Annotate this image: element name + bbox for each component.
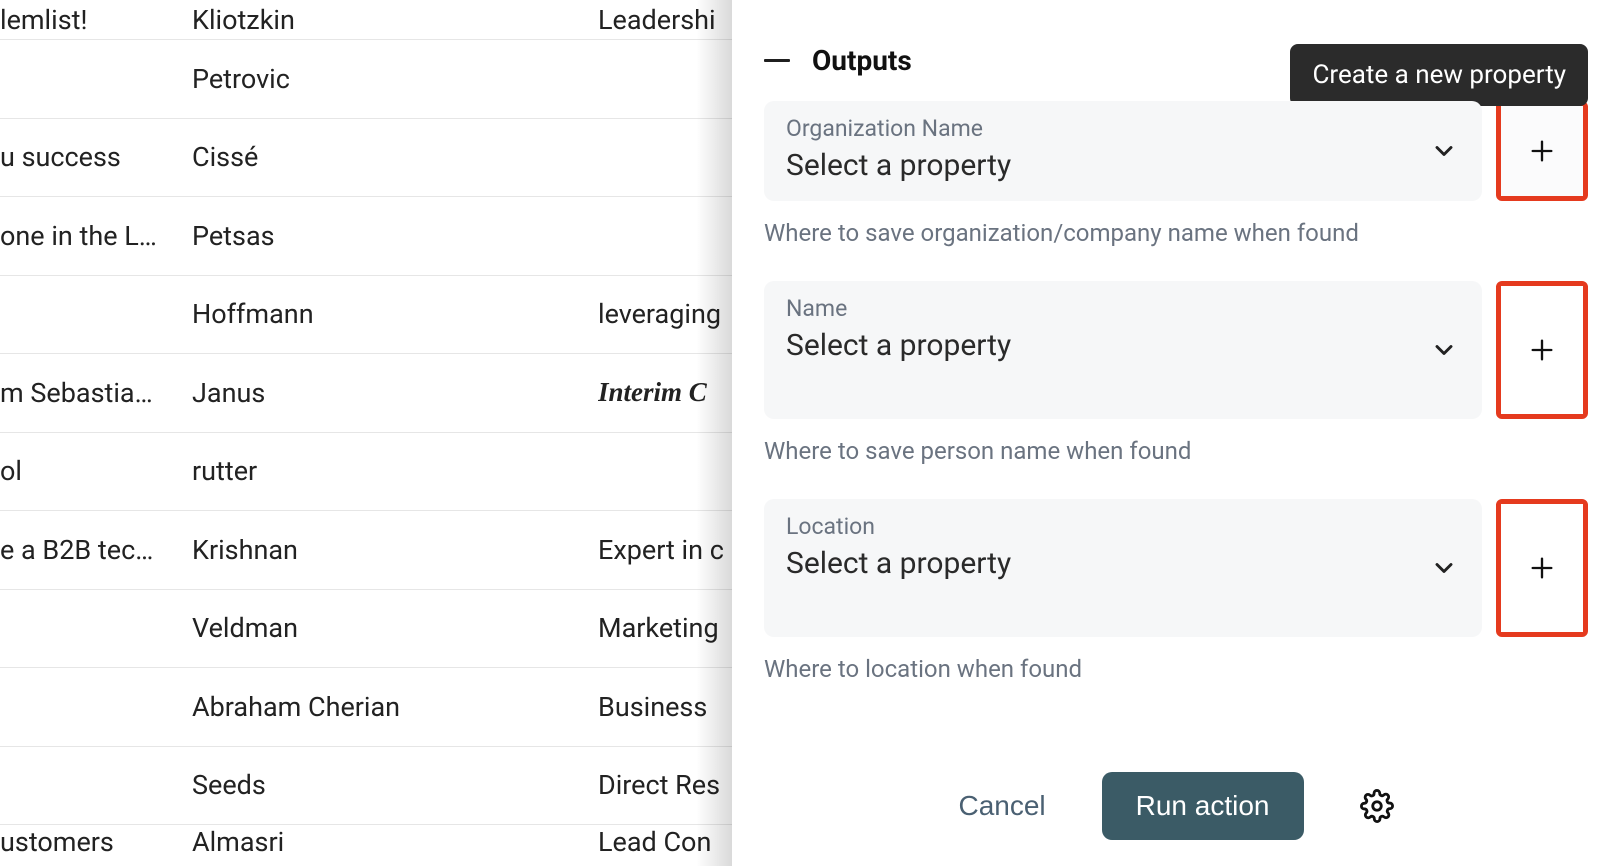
cell-col3: Leadershi: [598, 4, 732, 36]
cell-col1: lemlist!: [0, 4, 192, 36]
table-row[interactable]: VeldmanMarketing: [0, 590, 732, 669]
property-label: Organization Name: [786, 115, 1460, 142]
outputs-panel: Outputs Create a new property Organizati…: [732, 0, 1620, 866]
panel-header: Outputs Create a new property: [732, 0, 1620, 101]
plus-icon: [1528, 336, 1556, 364]
cell-col2: Almasri: [192, 826, 598, 858]
cell-col2: Petsas: [192, 220, 598, 252]
add-property-button[interactable]: [1501, 504, 1583, 632]
panel-body: Organization Name Select a property Where …: [732, 101, 1620, 743]
cell-col2: rutter: [192, 455, 598, 487]
cell-col3: Interim C: [598, 377, 732, 408]
cell-col3: Business: [598, 691, 732, 723]
cell-col3: Lead Con: [598, 826, 732, 858]
table-row[interactable]: Hoffmannleveraging: [0, 276, 732, 355]
table-row[interactable]: lemlist!KliotzkinLeadershi: [0, 0, 732, 40]
cell-col2: Kliotzkin: [192, 4, 598, 36]
property-select[interactable]: Location Select a property: [764, 499, 1482, 637]
plus-icon: [1528, 554, 1556, 582]
output-block: Organization Name Select a property Where …: [764, 101, 1588, 247]
cell-col2: Abraham Cherian: [192, 691, 598, 723]
cell-col2: Krishnan: [192, 534, 598, 566]
cell-col3: Marketing: [598, 612, 732, 644]
cell-col1: ustomers: [0, 826, 192, 858]
chevron-down-icon: [1430, 336, 1458, 364]
run-action-button[interactable]: Run action: [1102, 772, 1304, 840]
table-row[interactable]: u successCissé: [0, 119, 732, 198]
cell-col2: Seeds: [192, 769, 598, 801]
table-row[interactable]: one in the L…Petsas: [0, 197, 732, 276]
table-row[interactable]: Petrovic: [0, 40, 732, 119]
cell-col2: Veldman: [192, 612, 598, 644]
cell-col2: Janus: [192, 377, 598, 409]
cell-col1: e a B2B tec…: [0, 534, 192, 566]
cell-col2: Petrovic: [192, 63, 598, 95]
output-row: Location Select a property: [764, 499, 1588, 637]
output-row: Name Select a property: [764, 281, 1588, 419]
property-label: Location: [786, 513, 1460, 540]
property-label: Name: [786, 295, 1460, 322]
add-property-highlight: [1496, 101, 1588, 201]
chevron-down-icon: [1430, 137, 1458, 165]
collapse-icon[interactable]: [764, 59, 790, 62]
cell-col3: Direct Res: [598, 769, 732, 801]
cancel-button[interactable]: Cancel: [958, 790, 1045, 822]
cell-col2: Cissé: [192, 141, 598, 173]
helper-text: Where to location when found: [764, 655, 1588, 683]
property-select[interactable]: Name Select a property: [764, 281, 1482, 419]
output-block: Location Select a property Where to locati…: [764, 499, 1588, 683]
table-row[interactable]: olrutter: [0, 433, 732, 512]
cell-col1: one in the L…: [0, 220, 192, 252]
plus-icon: [1528, 137, 1556, 165]
property-value: Select a property: [786, 546, 1460, 581]
cell-col3: leveraging: [598, 298, 732, 330]
cell-col2: Hoffmann: [192, 298, 598, 330]
output-block: Name Select a property Where to save perso…: [764, 281, 1588, 465]
panel-footer: Cancel Run action: [732, 743, 1620, 866]
add-property-highlight: [1496, 281, 1588, 419]
chevron-down-icon: [1430, 554, 1458, 582]
helper-text: Where to save organization/company name …: [764, 219, 1588, 247]
output-row: Organization Name Select a property: [764, 101, 1588, 201]
cell-col1: u success: [0, 141, 192, 173]
table-row[interactable]: e a B2B tec…KrishnanExpert in c: [0, 511, 732, 590]
create-property-tooltip: Create a new property: [1290, 44, 1588, 106]
property-value: Select a property: [786, 148, 1460, 183]
property-value: Select a property: [786, 328, 1460, 363]
table-row[interactable]: SeedsDirect Res: [0, 747, 732, 826]
table-row[interactable]: m Sebastia…JanusInterim C: [0, 354, 732, 433]
add-property-button[interactable]: [1501, 106, 1583, 196]
add-property-button[interactable]: [1501, 286, 1583, 414]
cell-col3: Expert in c: [598, 534, 732, 566]
table-row[interactable]: ustomersAlmasriLead Con: [0, 825, 732, 859]
cell-col1: ol: [0, 455, 192, 487]
table-pane: lemlist!KliotzkinLeadershiPetrovicu succ…: [0, 0, 732, 866]
settings-gear-icon[interactable]: [1360, 789, 1394, 823]
panel-title: Outputs: [812, 44, 912, 77]
add-property-highlight: [1496, 499, 1588, 637]
table-row[interactable]: Abraham CherianBusiness: [0, 668, 732, 747]
helper-text: Where to save person name when found: [764, 437, 1588, 465]
property-select[interactable]: Organization Name Select a property: [764, 101, 1482, 201]
cell-col1: m Sebastia…: [0, 377, 192, 409]
